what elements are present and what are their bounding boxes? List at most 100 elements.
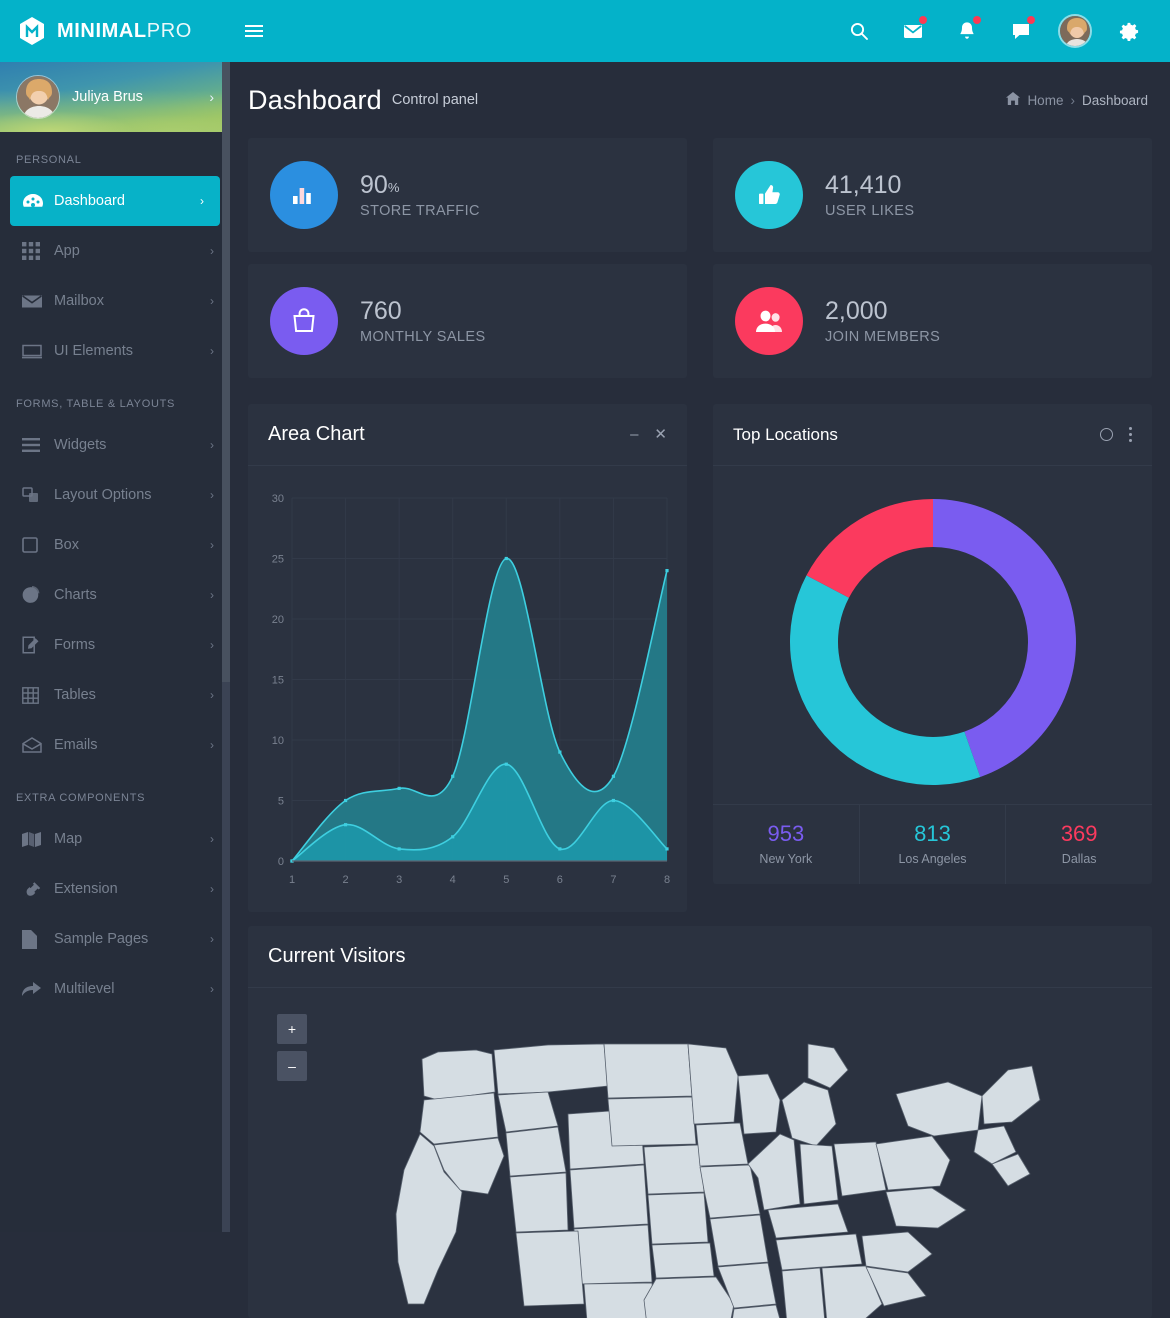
user-avatar[interactable] <box>1050 0 1100 62</box>
minimize-icon[interactable]: – <box>630 427 638 442</box>
stat-label: JOIN MEMBERS <box>825 328 941 345</box>
brand-logo-area[interactable]: MINIMALPRO <box>0 0 230 62</box>
sidebar-item-app[interactable]: App › <box>0 226 230 276</box>
sidebar-item-label: Tables <box>54 687 96 703</box>
stat-card-user-likes[interactable]: 41,410 USER LIKES <box>713 138 1152 252</box>
gear-icon[interactable] <box>1104 0 1154 62</box>
sidebar-item-label: Sample Pages <box>54 931 149 947</box>
chevron-right-icon: › <box>210 982 214 996</box>
sidebar-item-layout-options[interactable]: Layout Options › <box>0 470 230 520</box>
sidebar-item-map[interactable]: Map › <box>0 814 230 864</box>
location-name: Dallas <box>1061 852 1097 866</box>
location-entry-los-angeles: 813 Los Angeles <box>860 805 1007 884</box>
close-icon[interactable]: ✕ <box>654 427 667 442</box>
chevron-right-icon: › <box>210 738 214 752</box>
current-visitors-title: Current Visitors <box>268 945 406 967</box>
chevron-right-icon: › <box>210 932 214 946</box>
pie-chart-icon <box>22 586 54 604</box>
sidebar-item-charts[interactable]: Charts › <box>0 570 230 620</box>
svg-text:6: 6 <box>557 874 563 886</box>
brand-name-bold: MINIMAL <box>57 19 147 42</box>
table-icon <box>22 686 54 704</box>
location-name: Los Angeles <box>898 852 967 866</box>
donut-segment-dallas[interactable] <box>805 499 933 598</box>
top-locations-panel: Top Locations 953 New York 813 Los Angel… <box>713 404 1152 884</box>
chevron-right-icon: › <box>200 194 204 208</box>
stat-column-left: 90% STORE TRAFFIC 760 MONTHLY SALES <box>248 138 687 390</box>
svg-text:8: 8 <box>664 874 670 886</box>
map-icon <box>22 831 54 848</box>
top-navigation-bar: MINIMALPRO <box>0 0 1170 62</box>
sidebar-item-sample-pages[interactable]: Sample Pages › <box>0 914 230 964</box>
hexagon-m-logo-icon <box>18 16 46 46</box>
home-icon <box>1006 92 1021 108</box>
sidebar-item-tables[interactable]: Tables › <box>0 670 230 720</box>
edit-icon <box>22 636 54 654</box>
sidebar-item-label: Layout Options <box>54 487 152 503</box>
users-icon <box>735 287 803 355</box>
chevron-right-icon: › <box>210 638 214 652</box>
svg-text:2: 2 <box>343 874 349 886</box>
breadcrumb-current: Dashboard <box>1081 92 1148 108</box>
sidebar-item-label: Extension <box>54 881 118 897</box>
profile-chevron-icon: › <box>209 89 214 105</box>
stat-text: 2,000 JOIN MEMBERS <box>825 297 940 345</box>
svg-text:4: 4 <box>450 874 456 886</box>
stat-card-monthly-sales[interactable]: 760 MONTHLY SALES <box>248 264 687 378</box>
chat-icon[interactable] <box>996 0 1046 62</box>
circle-icon[interactable] <box>1100 428 1113 441</box>
top-locations-header: Top Locations <box>713 404 1152 466</box>
sidebar-item-forms[interactable]: Forms › <box>0 620 230 670</box>
chat-badge <box>1027 16 1035 24</box>
stat-card-store-traffic[interactable]: 90% STORE TRAFFIC <box>248 138 687 252</box>
sidebar-item-multilevel[interactable]: Multilevel › <box>0 964 230 1014</box>
bell-icon[interactable] <box>942 0 992 62</box>
thumbs-up-icon <box>735 161 803 229</box>
sidebar-item-label: Dashboard <box>54 193 125 209</box>
sidebar-item-widgets[interactable]: Widgets › <box>0 420 230 470</box>
sidebar-item-extension[interactable]: Extension › <box>0 864 230 914</box>
stat-text: 90% STORE TRAFFIC <box>360 171 480 219</box>
vertical-dots-icon[interactable] <box>1129 427 1132 442</box>
sidebar-item-mailbox[interactable]: Mailbox › <box>0 276 230 326</box>
square-icon <box>22 537 54 553</box>
sidebar-item-box[interactable]: Box › <box>0 520 230 570</box>
sidebar-item-dashboard[interactable]: Dashboard › <box>10 176 220 226</box>
sidebar-item-label: Mailbox <box>54 293 104 309</box>
current-visitors-map[interactable]: + – <box>248 988 1152 1318</box>
area-chart-body[interactable]: 0 5 10 15 20 25 30 1 2 3 4 5 6 7 8 <box>248 466 687 912</box>
search-icon[interactable] <box>834 0 884 62</box>
zoom-out-icon[interactable]: – <box>277 1051 307 1081</box>
envelope-icon <box>22 294 54 309</box>
breadcrumb-home[interactable]: Home <box>1027 93 1063 108</box>
stat-value: 41,410 <box>825 171 902 200</box>
chevron-right-icon: › <box>210 438 214 452</box>
sidebar-item-label: Map <box>54 831 83 847</box>
grid-icon <box>22 242 54 260</box>
stat-label: USER LIKES <box>825 202 915 219</box>
sidebar-item-label: Charts <box>54 587 97 603</box>
sidebar-section-forms-tables-layouts: FORMS, TABLE & LAYOUTS <box>16 398 176 410</box>
stat-card-join-members[interactable]: 2,000 JOIN MEMBERS <box>713 264 1152 378</box>
svg-text:5: 5 <box>503 874 509 886</box>
donut-chart-body[interactable] <box>713 466 1152 804</box>
sidebar-profile[interactable]: Juliya Brus › <box>0 62 230 132</box>
hamburger-menu-icon[interactable] <box>230 0 278 62</box>
usa-map <box>395 1043 1041 1318</box>
profile-name: Juliya Brus <box>72 89 143 105</box>
donut-segment-los-angeles[interactable] <box>789 575 980 785</box>
svg-text:25: 25 <box>272 554 284 566</box>
sidebar-scrollbar[interactable] <box>222 62 230 1232</box>
sidebar-scrollbar-thumb[interactable] <box>222 62 230 682</box>
avatar <box>1058 14 1092 48</box>
stat-text: 760 MONTHLY SALES <box>360 297 486 345</box>
list-icon <box>22 438 54 452</box>
bell-badge <box>973 16 981 24</box>
sidebar-item-emails[interactable]: Emails › <box>0 720 230 770</box>
sidebar-item-ui-elements[interactable]: UI Elements › <box>0 326 230 376</box>
sidebar-item-label: App <box>54 243 80 259</box>
svg-text:7: 7 <box>610 874 616 886</box>
zoom-in-icon[interactable]: + <box>277 1014 307 1044</box>
chevron-right-icon: › <box>210 294 214 308</box>
mail-icon[interactable] <box>888 0 938 62</box>
